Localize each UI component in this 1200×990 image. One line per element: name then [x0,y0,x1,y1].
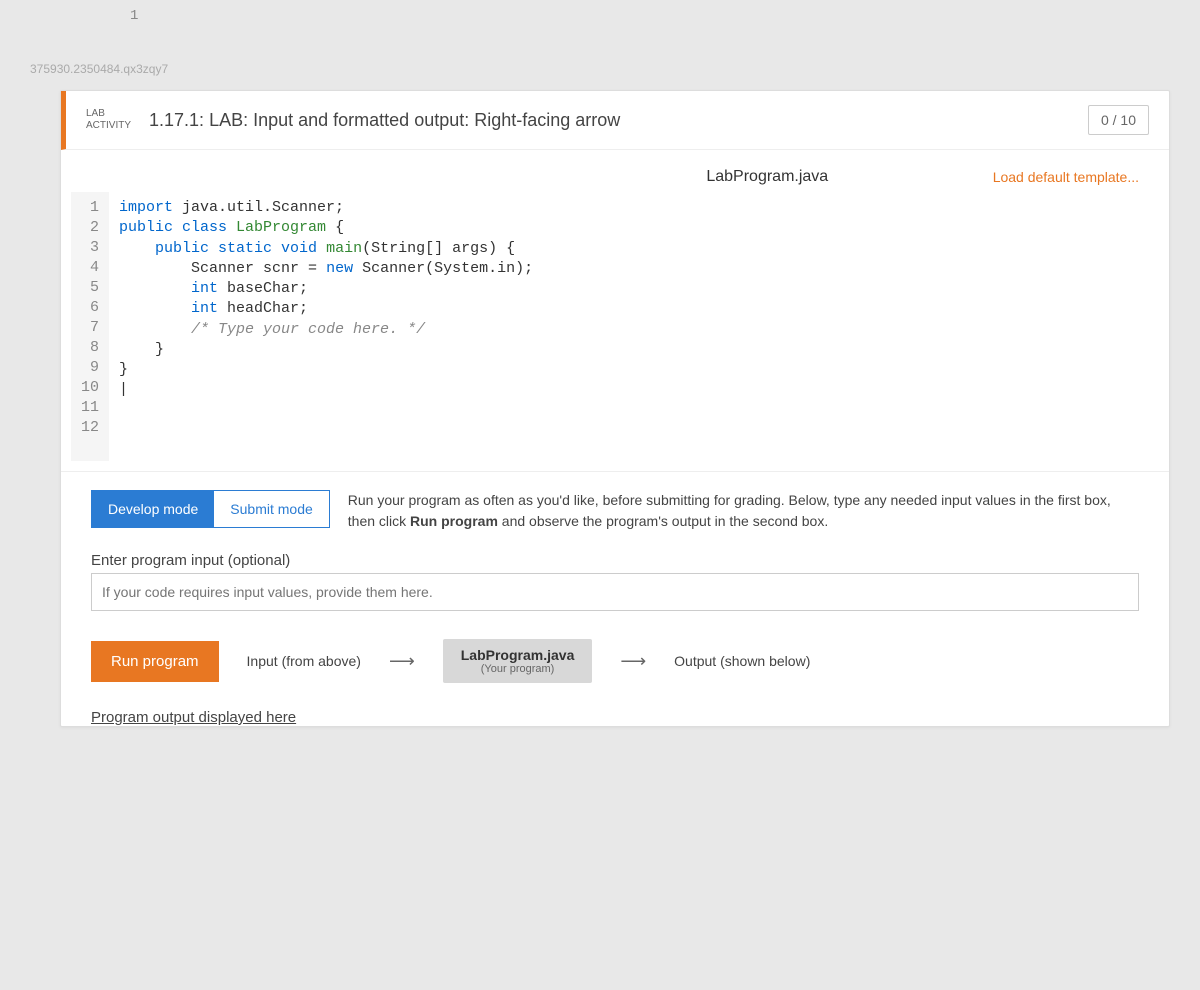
kw: new [326,260,353,277]
lab-title: 1.17.1: LAB: Input and formatted output:… [149,110,1088,131]
code-editor[interactable]: 1 2 3 4 5 6 7 8 9 10 11 12 import java.u… [61,192,1169,472]
line-num: 9 [81,358,99,378]
code-text: baseChar; [218,280,308,297]
tab-submit-mode[interactable]: Submit mode [214,491,328,527]
lab-badge-line1: LAB [86,108,131,120]
input-label: Enter program input (optional) [91,552,1139,569]
editor-toolbar: LabProgram.java Load default template... [61,150,1169,192]
line-num: 1 [81,198,99,218]
kw: int [119,280,218,297]
code-text: } [119,340,533,360]
code-text: { [326,219,344,236]
kw: int [119,300,218,317]
line-num: 3 [81,238,99,258]
line-num: 4 [81,258,99,278]
program-box-name: LabProgram.java [461,647,575,663]
line-num: 5 [81,278,99,298]
comment: /* Type your code here. */ [191,321,425,338]
method: main [317,240,362,257]
code-content[interactable]: import java.util.Scanner; public class La… [109,192,543,461]
desc-text: and observe the program's output in the … [498,513,828,529]
load-default-template-link[interactable]: Load default template... [993,169,1139,185]
run-row: Run program Input (from above) ⟶ LabProg… [61,621,1169,701]
line-num: 10 [81,378,99,398]
line-num: 2 [81,218,99,238]
code-text: } [119,360,533,380]
classname: LabProgram [227,219,326,236]
code-text: Scanner scnr = [119,260,326,277]
code-text [119,321,191,338]
program-box: LabProgram.java (Your program) [443,639,593,683]
tab-develop-mode[interactable]: Develop mode [92,491,214,527]
line-gutter: 1 2 3 4 5 6 7 8 9 10 11 12 [71,192,109,461]
line-num: 11 [81,398,99,418]
code-text: Scanner(System.in); [353,260,533,277]
lab-badge: LAB ACTIVITY [86,106,131,134]
kw: public class [119,219,227,236]
code-text: java.util.Scanner; [173,199,344,216]
mode-tabs: Develop mode Submit mode [91,490,330,528]
program-box-desc: (Your program) [461,663,575,675]
mode-description: Run your program as often as you'd like,… [348,490,1139,532]
kw: import [119,199,173,216]
line-num: 7 [81,318,99,338]
code-text: (String[] args) { [362,240,515,257]
lab-badge-line2: ACTIVITY [86,120,131,132]
program-input-field[interactable] [91,573,1139,611]
page-number: 1 [130,8,138,24]
lab-activity-card: LAB ACTIVITY 1.17.1: LAB: Input and form… [60,90,1170,727]
arrow-right-icon: ⟶ [620,651,646,672]
score-box: 0 / 10 [1088,105,1149,135]
card-header: LAB ACTIVITY 1.17.1: LAB: Input and form… [61,91,1169,150]
output-flow-label: Output (shown below) [674,653,810,669]
input-section: Enter program input (optional) [61,542,1169,621]
watermark-id: 375930.2350484.qx3zqy7 [30,62,168,76]
line-num: 8 [81,338,99,358]
output-heading: Program output displayed here [61,701,1169,726]
cursor: | [119,380,533,400]
filename-label: LabProgram.java [542,168,993,186]
kw: public static void [119,240,317,257]
line-num: 12 [81,418,99,438]
mode-row: Develop mode Submit mode Run your progra… [61,472,1169,542]
code-text: headChar; [218,300,308,317]
line-num: 6 [81,298,99,318]
arrow-right-icon: ⟶ [389,651,415,672]
run-program-button[interactable]: Run program [91,641,219,682]
input-flow-label: Input (from above) [247,653,361,669]
desc-bold: Run program [410,513,498,529]
